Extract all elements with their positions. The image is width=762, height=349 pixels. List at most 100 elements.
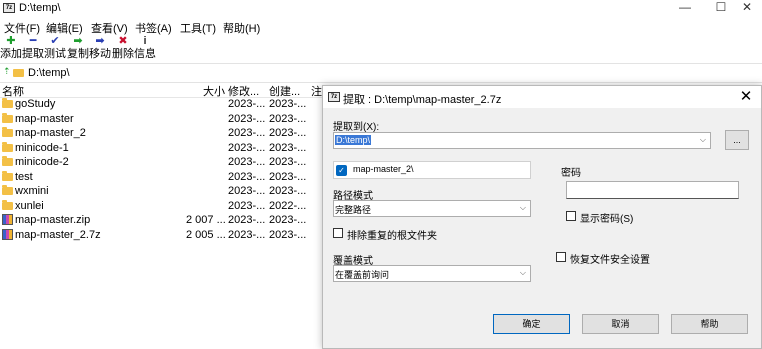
eliminate-duplicates-label: 排除重复的根文件夹 bbox=[347, 231, 437, 242]
subfolder-value[interactable]: map-master_2\ bbox=[353, 164, 414, 174]
eliminate-duplicates-checkbox[interactable] bbox=[333, 228, 343, 238]
folder-icon bbox=[2, 199, 13, 210]
window-title: D:\temp\ bbox=[19, 2, 61, 14]
chevron-down-icon[interactable]: ⌵ bbox=[700, 135, 706, 145]
file-row[interactable]: xunlei 2023-... 2022-... bbox=[0, 199, 330, 214]
menu-tools[interactable]: 工具(T) bbox=[180, 20, 216, 36]
file-created: 2023-... bbox=[269, 156, 307, 168]
extract-button[interactable]: ━ 提取 bbox=[22, 35, 44, 63]
file-row[interactable]: minicode-2 2023-... 2023-... bbox=[0, 155, 330, 170]
file-name: goStudy bbox=[15, 98, 56, 110]
file-size: 2 007 ... bbox=[186, 214, 226, 226]
file-created: 2023-... bbox=[269, 98, 307, 110]
password-input[interactable] bbox=[566, 181, 739, 199]
file-name: xunlei bbox=[15, 199, 44, 212]
folder-icon bbox=[2, 141, 13, 152]
archive-icon bbox=[2, 228, 13, 240]
menu-view[interactable]: 查看(V) bbox=[91, 20, 128, 36]
subfolder-field[interactable]: ✓ map-master_2\ bbox=[333, 161, 531, 179]
overwrite-mode-value: 在覆盖前询问 bbox=[335, 270, 390, 280]
menu-bar: 文件(F) 编辑(E) 查看(V) 书签(A) 工具(T) 帮助(H) bbox=[0, 17, 762, 35]
minimize-button[interactable]: — bbox=[668, 0, 702, 17]
file-row[interactable]: map-master 2023-... 2023-... bbox=[0, 112, 330, 127]
delete-icon: ✖ bbox=[118, 35, 128, 47]
menu-edit[interactable]: 编辑(E) bbox=[46, 20, 83, 36]
show-password-label: 显示密码(S) bbox=[580, 214, 634, 225]
file-modified: 2023-... bbox=[228, 156, 266, 168]
extract-to-label: 提取到(X): bbox=[333, 122, 380, 133]
file-name: minicode-2 bbox=[15, 156, 69, 168]
toolbar: ✚ 添加 ━ 提取 ✔ 测试 ➡ 复制 ➡ 移动 ✖ 删除 i 信息 bbox=[0, 35, 762, 63]
file-size: 2 005 ... bbox=[186, 228, 226, 241]
file-name: wxmini bbox=[15, 185, 49, 197]
help-button[interactable]: 帮助 bbox=[671, 314, 748, 334]
copy-button[interactable]: ➡ 复制 bbox=[67, 35, 89, 63]
copy-icon: ➡ bbox=[73, 35, 83, 47]
cancel-button[interactable]: 取消 bbox=[582, 314, 659, 334]
file-modified: 2023-... bbox=[228, 170, 266, 183]
address-path[interactable]: D:\temp\ bbox=[28, 67, 70, 79]
file-row[interactable]: map-master.zip 2 007 ... 2023-... 2023-... bbox=[0, 213, 330, 228]
folder-icon bbox=[2, 156, 13, 166]
overwrite-mode-select[interactable]: 在覆盖前询问 ⌵ bbox=[333, 265, 531, 282]
file-row[interactable]: test 2023-... 2023-... bbox=[0, 170, 330, 185]
up-folder-icon[interactable]: ⇡ bbox=[3, 66, 11, 77]
folder-icon bbox=[2, 112, 13, 123]
show-password-checkbox[interactable] bbox=[566, 211, 576, 221]
file-modified: 2023-... bbox=[228, 199, 266, 212]
file-modified: 2023-... bbox=[228, 141, 266, 154]
test-label: 测试 bbox=[44, 48, 66, 60]
file-name: test bbox=[15, 170, 33, 183]
add-button[interactable]: ✚ 添加 bbox=[0, 35, 22, 63]
dialog-title-bar: 7z 提取 : D:\temp\map-master_2.7z ✕ bbox=[323, 86, 761, 108]
restore-security-checkbox[interactable] bbox=[556, 252, 566, 262]
add-icon: ✚ bbox=[6, 35, 16, 47]
extract-to-combo[interactable]: D:\temp\ ⌵ bbox=[333, 132, 711, 149]
file-row[interactable]: map-master_2 2023-... 2023-... bbox=[0, 126, 330, 141]
folder-icon bbox=[2, 127, 13, 137]
dialog-close-button[interactable]: ✕ bbox=[733, 87, 759, 107]
add-label: 添加 bbox=[0, 48, 22, 60]
close-button[interactable]: ✕ bbox=[730, 0, 762, 17]
test-button[interactable]: ✔ 测试 bbox=[44, 35, 66, 63]
menu-file[interactable]: 文件(F) bbox=[4, 20, 40, 36]
file-row[interactable]: map-master_2.7z 2 005 ... 2023-... 2023-... bbox=[0, 228, 330, 243]
test-icon: ✔ bbox=[50, 35, 60, 47]
extract-dialog: 7z 提取 : D:\temp\map-master_2.7z ✕ 提取到(X)… bbox=[322, 85, 762, 349]
move-button[interactable]: ➡ 移动 bbox=[89, 35, 111, 63]
folder-icon bbox=[2, 185, 13, 195]
browse-button[interactable]: ... bbox=[725, 130, 749, 150]
menu-bookmarks[interactable]: 书签(A) bbox=[135, 20, 172, 36]
file-name: minicode-1 bbox=[15, 141, 69, 154]
folder-icon bbox=[2, 170, 13, 181]
info-button[interactable]: i 信息 bbox=[134, 35, 156, 63]
file-name: map-master.zip bbox=[15, 214, 91, 226]
file-name: map-master bbox=[15, 112, 74, 125]
info-icon: i bbox=[143, 35, 147, 47]
file-modified: 2023-... bbox=[228, 185, 266, 197]
file-modified: 2023-... bbox=[228, 112, 266, 125]
ok-button[interactable]: 确定 bbox=[493, 314, 570, 334]
move-label: 移动 bbox=[89, 48, 111, 60]
file-created: 2023-... bbox=[269, 127, 307, 139]
chevron-down-icon: ⌵ bbox=[519, 203, 526, 212]
title-bar: 7z D:\temp\ — ☐ ✕ bbox=[0, 0, 762, 17]
menu-help[interactable]: 帮助(H) bbox=[223, 20, 260, 36]
file-row[interactable]: wxmini 2023-... 2023-... bbox=[0, 184, 330, 199]
file-row[interactable]: goStudy 2023-... 2023-... bbox=[0, 97, 330, 112]
extract-label: 提取 bbox=[22, 48, 44, 60]
delete-label: 删除 bbox=[112, 48, 134, 60]
file-row[interactable]: minicode-1 2023-... 2023-... bbox=[0, 141, 330, 156]
info-label: 信息 bbox=[134, 48, 156, 60]
extract-icon: ━ bbox=[29, 35, 37, 47]
path-mode-select[interactable]: 完整路径 ⌵ bbox=[333, 200, 531, 217]
address-bar[interactable]: ⇡ D:\temp\ bbox=[0, 63, 762, 83]
file-modified: 2023-... bbox=[228, 214, 266, 226]
file-modified: 2023-... bbox=[228, 127, 266, 139]
file-created: 2023-... bbox=[269, 228, 307, 241]
extract-to-value[interactable]: D:\temp\ bbox=[335, 135, 372, 145]
subfolder-checkbox[interactable]: ✓ bbox=[336, 165, 347, 176]
path-mode-value: 完整路径 bbox=[335, 205, 372, 215]
password-label: 密码 bbox=[561, 168, 581, 179]
delete-button[interactable]: ✖ 删除 bbox=[112, 35, 134, 63]
